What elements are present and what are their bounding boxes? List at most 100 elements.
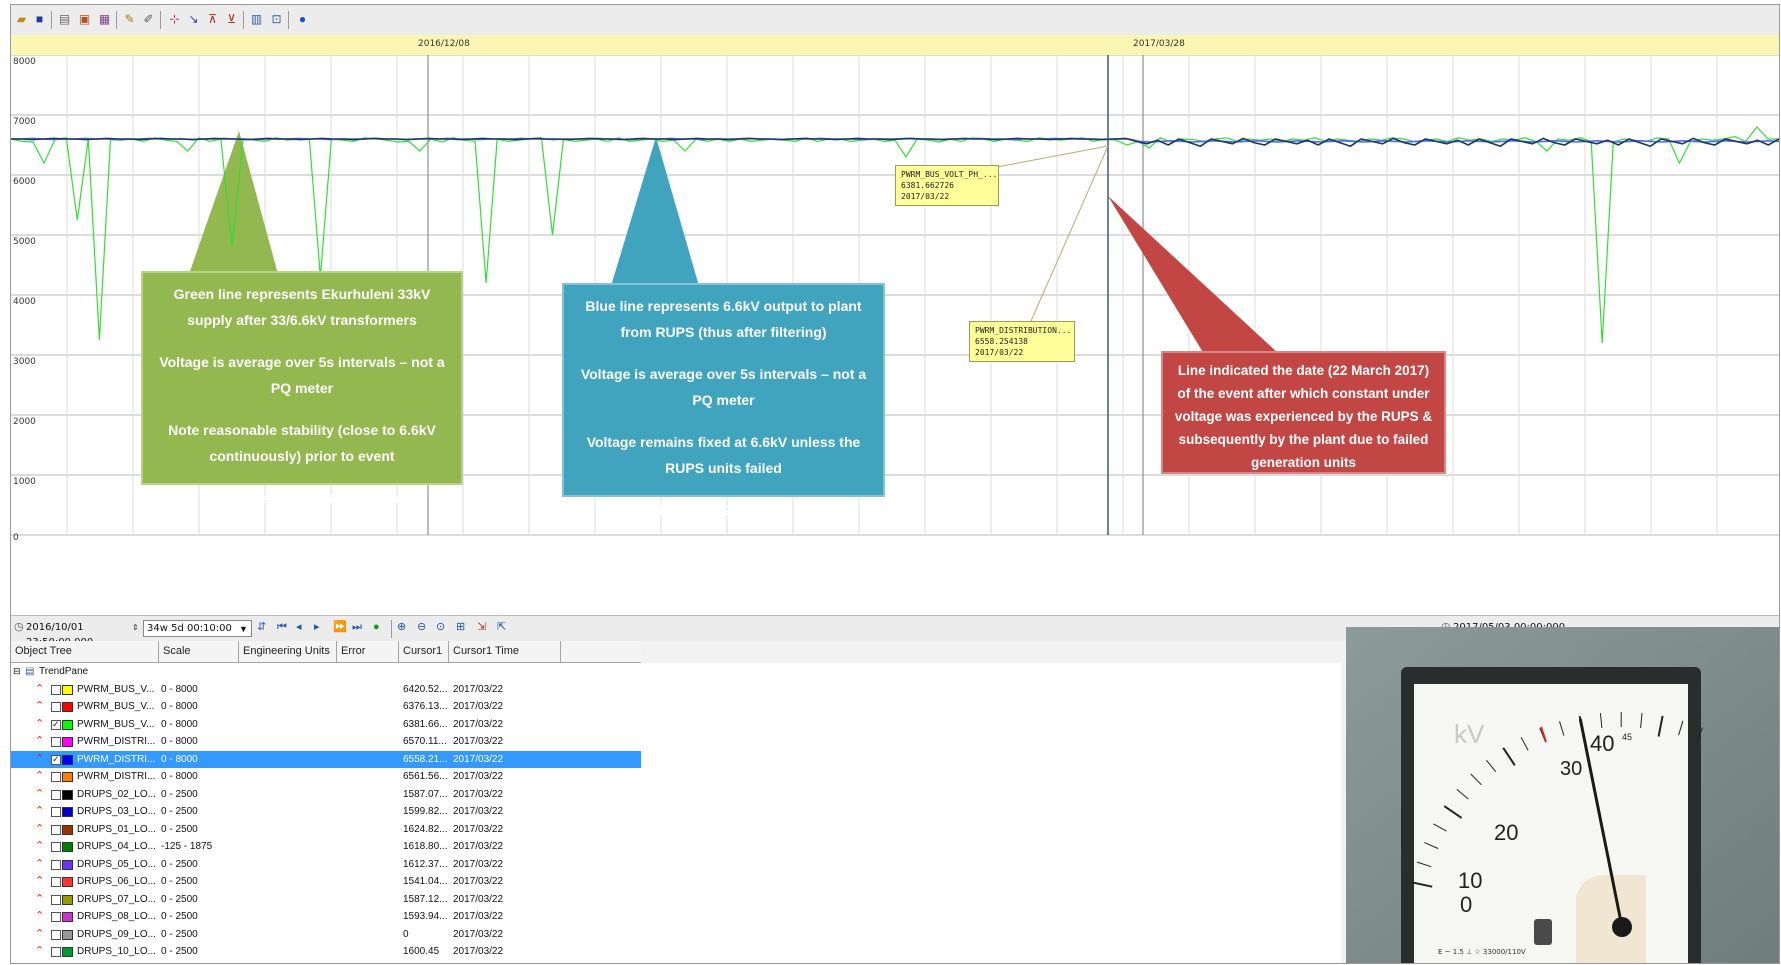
- color-swatch[interactable]: [62, 894, 73, 905]
- start-time-field[interactable]: 2016/10/01 23:50:00.000: [26, 620, 142, 648]
- color-swatch[interactable]: [62, 807, 73, 817]
- visibility-checkbox[interactable]: [51, 684, 61, 695]
- visibility-checkbox[interactable]: [51, 772, 61, 782]
- color-swatch[interactable]: [62, 824, 73, 835]
- start-time-spinner-icon[interactable]: ⇕: [132, 620, 139, 635]
- visibility-checkbox[interactable]: [51, 789, 61, 800]
- table-row[interactable]: ⌃ ✓ PWRM_DISTRI... 0 - 8000 6558.21... 2017/0…: [11, 750, 641, 768]
- visibility-checkbox[interactable]: ✓: [51, 719, 61, 730]
- zoom-out-icon[interactable]: ⊖: [417, 620, 426, 635]
- col-object-tree[interactable]: Object Tree: [11, 641, 159, 662]
- trend-plot-area[interactable]: 8000 7000 6000 5000 4000 3000 2000 1000 …: [11, 55, 1779, 615]
- meter-label-30: 30: [1560, 758, 1582, 780]
- autoscale-icon[interactable]: ⇲: [477, 620, 486, 635]
- zoom-in-icon[interactable]: ⊕: [397, 620, 406, 635]
- fast-forward-icon[interactable]: ⏩: [333, 620, 347, 635]
- col-scale[interactable]: Scale: [159, 641, 239, 662]
- visibility-checkbox[interactable]: [51, 737, 61, 747]
- color-swatch[interactable]: [62, 684, 73, 695]
- color-swatch[interactable]: [62, 772, 73, 782]
- table-icon[interactable]: ▥: [249, 12, 264, 27]
- visibility-checkbox[interactable]: ✓: [51, 754, 61, 765]
- cursor-time-cell: 2017/03/22: [453, 736, 504, 747]
- pan-icon[interactable]: ⇱: [497, 620, 506, 635]
- span-dropdown-chevron-down-icon[interactable]: ▼: [239, 622, 248, 637]
- skip-end-icon[interactable]: ⏭: [352, 620, 362, 635]
- table-row[interactable]: ⌃ DRUPS_09_LO... 0 - 2500 0 2017/03/22: [11, 926, 641, 944]
- cursor-tool-icon[interactable]: ⊹: [167, 12, 182, 27]
- meter-label-20: 20: [1494, 820, 1518, 845]
- table-row[interactable]: ⌃ DRUPS_07_LO... 0 - 2500 1587.12... 2017/03…: [11, 891, 641, 909]
- y-tick-label-5000: 5000: [13, 237, 36, 247]
- color-swatch[interactable]: [62, 754, 73, 765]
- help-icon[interactable]: ●: [295, 12, 310, 27]
- color-swatch[interactable]: [62, 912, 73, 922]
- cursor-time-cell: 2017/03/22: [453, 683, 504, 695]
- green-callout-text-4: Timeline since 2016/10 to date: [201, 490, 403, 506]
- visibility-checkbox[interactable]: [51, 894, 61, 905]
- step-back-icon[interactable]: ◂: [296, 620, 302, 635]
- visibility-checkbox[interactable]: [51, 859, 61, 870]
- green-callout-text-2: Voltage is average over 5s intervals – n…: [159, 354, 445, 396]
- pen-icon[interactable]: ✎: [122, 12, 137, 27]
- table-row[interactable]: ⌃ DRUPS_10_LO... 0 - 2500 1600.45 2017/03/22: [11, 943, 641, 961]
- collapse-icon[interactable]: ⊟: [13, 663, 21, 681]
- zoom-reset-icon[interactable]: ⊙: [436, 620, 445, 635]
- table-row[interactable]: ⌃ DRUPS_05_LO... 0 - 2500 1612.37... 2017/03…: [11, 856, 641, 874]
- marker-alt-tool-icon[interactable]: ⊻: [224, 12, 239, 27]
- tree-root-row[interactable]: ⊟ ▤ TrendPane: [11, 663, 641, 681]
- visibility-checkbox[interactable]: [51, 912, 61, 922]
- col-cursor1-time[interactable]: Cursor1 Time: [449, 641, 561, 662]
- open-folder-icon[interactable]: ▰: [14, 12, 29, 27]
- table-row[interactable]: ⌃ ✓ PWRM_BUS_V... 0 - 8000 6381.66... 2017/03…: [11, 716, 641, 734]
- marker-tool-icon[interactable]: ⊼: [205, 12, 220, 27]
- visibility-checkbox[interactable]: [51, 842, 61, 852]
- color-swatch[interactable]: [62, 702, 73, 712]
- table-row[interactable]: ⌃ DRUPS_08_LO... 0 - 2500 1593.94... 2017/03…: [11, 908, 641, 926]
- step-forward-icon[interactable]: ▸: [314, 620, 320, 635]
- table-row[interactable]: ⌃ PWRM_DISTRI... 0 - 8000 6570.11... 2017/03…: [11, 733, 641, 751]
- meter-label-45: 45: [1622, 732, 1632, 742]
- table-row[interactable]: ⌃ DRUPS_06_LO... 0 - 2500 1541.04... 2017/03…: [11, 873, 641, 891]
- live-mode-icon[interactable]: ●: [373, 620, 380, 635]
- table-row[interactable]: ⌃ DRUPS_04_LO... -125 - 1875 1618.80... 2017…: [11, 838, 641, 856]
- table-row[interactable]: ⌃ DRUPS_01_LO... 0 - 2500 1624.82... 2017/03…: [11, 821, 641, 839]
- trend-line-icon: ⌃: [35, 682, 45, 695]
- visibility-checkbox[interactable]: [51, 807, 61, 817]
- color-swatch[interactable]: [62, 929, 73, 940]
- visibility-checkbox[interactable]: [51, 824, 61, 835]
- rewind-start-icon[interactable]: ⏮: [277, 620, 287, 635]
- color-swatch[interactable]: [62, 842, 73, 852]
- tooltip-2-value: 6558.254138: [975, 337, 1028, 346]
- save-icon[interactable]: ■: [32, 12, 47, 27]
- visibility-checkbox[interactable]: [51, 929, 61, 940]
- table-row[interactable]: ⌃ PWRM_BUS_V... 0 - 8000 6376.13... 2017/03/…: [11, 698, 641, 716]
- color-swatch[interactable]: [62, 877, 73, 887]
- print-preview-icon[interactable]: ▤: [57, 12, 72, 27]
- color-swatch[interactable]: [62, 719, 73, 730]
- col-error[interactable]: Error: [337, 641, 399, 662]
- table-row[interactable]: ⌃ DRUPS_02_LO... 0 - 2500 1587.07... 2017/03…: [11, 786, 641, 804]
- export-icon[interactable]: ⊡: [269, 12, 284, 27]
- table-row[interactable]: ⌃ PWRM_DISTRI... 0 - 8000 6561.56... 2017/03…: [11, 768, 641, 786]
- table-row[interactable]: ⌃ DRUPS_03_LO... 0 - 2500 1599.82... 2017/03…: [11, 803, 641, 821]
- span-field[interactable]: 34w 5d 00:10:00: [143, 620, 252, 637]
- col-engineering-units[interactable]: Engineering Units: [239, 641, 337, 662]
- color-swatch[interactable]: [62, 789, 73, 800]
- color-swatch[interactable]: [62, 737, 73, 747]
- col-cursor1[interactable]: Cursor1: [399, 641, 449, 662]
- cursor-time-cell: 2017/03/22: [453, 753, 504, 765]
- time-options-icon[interactable]: ⇵: [257, 620, 266, 635]
- table-row[interactable]: ⌃ PWRM_BUS_V... 0 - 8000 6420.52... 2017/03/…: [11, 681, 641, 699]
- visibility-checkbox[interactable]: [51, 947, 61, 957]
- zoom-box-icon[interactable]: ⊞: [456, 620, 465, 635]
- print-setup-icon[interactable]: ▦: [97, 12, 112, 27]
- color-swatch[interactable]: [62, 947, 73, 957]
- color-swatch[interactable]: [62, 859, 73, 870]
- visibility-checkbox[interactable]: [51, 702, 61, 712]
- visibility-checkbox[interactable]: [51, 877, 61, 887]
- arrow-tool-icon[interactable]: ↘: [186, 12, 201, 27]
- pen-alt-icon[interactable]: ✐: [141, 12, 156, 27]
- y-tick-label-8000: 8000: [13, 57, 36, 67]
- print-icon[interactable]: ▣: [77, 12, 92, 27]
